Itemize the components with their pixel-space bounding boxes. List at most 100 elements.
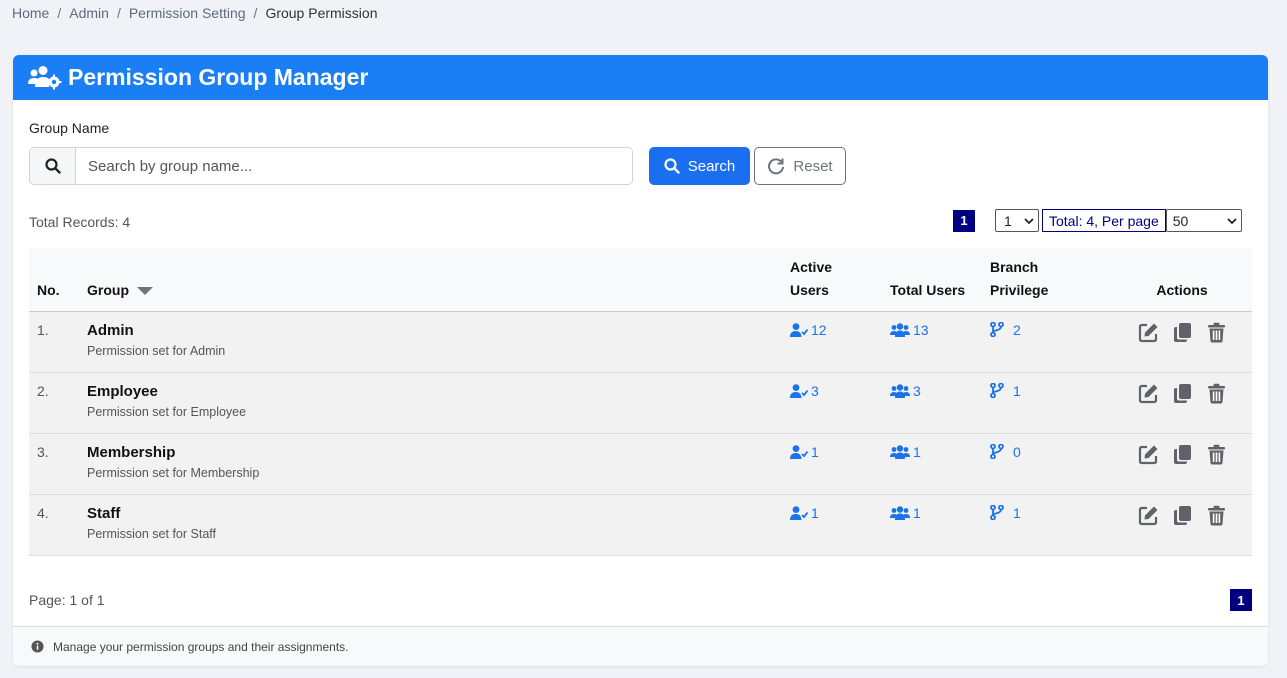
total-users-count: 1 (913, 443, 921, 460)
header-active-users: Active Users (790, 248, 890, 311)
chevron-down-icon (1024, 217, 1034, 224)
branch-privilege-link[interactable]: 2 (990, 322, 1021, 338)
actions-cell (1100, 311, 1252, 372)
user-check-icon (790, 383, 808, 398)
active-users-cell: 1 (790, 494, 890, 555)
group-table: No. Group Active Users Total Users Branc… (29, 248, 1252, 556)
card-footer: Manage your permission groups and their … (13, 626, 1268, 666)
copy-icon[interactable] (1172, 322, 1193, 343)
group-cell: Staff Permission set for Staff (87, 494, 790, 555)
edit-icon[interactable] (1138, 383, 1159, 404)
total-users-count: 1 (913, 504, 921, 521)
branch-privilege-link[interactable]: 0 (990, 444, 1021, 460)
active-users-link[interactable]: 1 (790, 505, 819, 521)
active-users-count: 12 (811, 321, 827, 338)
footer-note: Manage your permission groups and their … (53, 639, 349, 654)
edit-icon[interactable] (1138, 444, 1159, 465)
total-users-link[interactable]: 3 (890, 383, 921, 399)
search-button-label: Search (687, 157, 736, 175)
row-actions (1100, 383, 1252, 404)
active-users-count: 3 (811, 382, 819, 399)
group-name-label: Group Name (29, 120, 110, 136)
table-header-row: No. Group Active Users Total Users Branc… (29, 248, 1252, 311)
branch-privilege-link[interactable]: 1 (990, 505, 1021, 521)
header-active-line1: Active (790, 258, 833, 275)
active-users-count: 1 (811, 504, 819, 521)
permission-group-card: Permission Group Manager Group Name Sear… (13, 55, 1268, 666)
per-page-select[interactable]: 50 (1165, 209, 1242, 232)
search-icon (44, 158, 61, 174)
edit-icon[interactable] (1138, 505, 1159, 526)
header-branch-privilege: Branch Privilege (990, 248, 1100, 311)
copy-icon[interactable] (1172, 505, 1193, 526)
group-cell: Admin Permission set for Admin (87, 311, 790, 372)
code-branch-icon (990, 444, 1004, 459)
breadcrumb-permission-setting[interactable]: Permission Setting (129, 5, 246, 21)
reset-button[interactable]: Reset (754, 147, 846, 185)
users-icon (890, 322, 910, 337)
total-users-count: 3 (913, 382, 921, 399)
trash-icon[interactable] (1206, 505, 1227, 526)
row-actions (1100, 444, 1252, 465)
breadcrumb-home[interactable]: Home (12, 5, 49, 21)
breadcrumb-separator: / (116, 5, 121, 21)
actions-cell (1100, 433, 1252, 494)
search-icon (664, 158, 680, 174)
pager-bottom: 1 (1230, 589, 1252, 611)
table-row: 3. Membership Permission set for Membershi… (29, 433, 1252, 494)
breadcrumb: Home / Admin / Permission Setting / Grou… (12, 5, 377, 21)
page-select-value: 1 (1004, 212, 1012, 229)
total-users-link[interactable]: 13 (890, 322, 929, 338)
branch-privilege-cell: 1 (990, 372, 1100, 433)
group-cell: Employee Permission set for Employee (87, 372, 790, 433)
group-description: Permission set for Admin (87, 343, 226, 358)
page-select[interactable]: 1 (995, 209, 1039, 232)
card-header: Permission Group Manager (13, 55, 1268, 100)
active-users-link[interactable]: 12 (790, 322, 827, 338)
page-1-button[interactable]: 1 (953, 209, 975, 232)
header-branch-line2: Privilege (990, 281, 1049, 298)
search-input[interactable] (76, 148, 632, 184)
header-total-users: Total Users (890, 281, 966, 298)
search-button[interactable]: Search (649, 147, 750, 185)
copy-icon[interactable] (1172, 383, 1193, 404)
trash-icon[interactable] (1206, 322, 1227, 343)
trash-icon[interactable] (1206, 444, 1227, 465)
branch-privilege-count: 1 (1013, 504, 1021, 521)
per-page-value: 50 (1172, 212, 1189, 229)
header-group[interactable]: Group (87, 248, 790, 311)
branch-privilege-cell: 1 (990, 494, 1100, 555)
users-gear-icon (28, 65, 62, 89)
active-users-link[interactable]: 1 (790, 444, 819, 460)
page-1-button[interactable]: 1 (1230, 589, 1252, 611)
branch-privilege-cell: 0 (990, 433, 1100, 494)
group-name: Membership (87, 443, 176, 461)
total-users-link[interactable]: 1 (890, 444, 921, 460)
breadcrumb-separator: / (57, 5, 62, 21)
users-icon (890, 383, 910, 398)
active-users-cell: 1 (790, 433, 890, 494)
total-users-cell: 1 (890, 433, 990, 494)
users-icon (890, 505, 910, 520)
user-check-icon (790, 444, 808, 459)
total-users-link[interactable]: 1 (890, 505, 921, 521)
breadcrumb-admin[interactable]: Admin (69, 5, 109, 21)
sort-desc-icon[interactable] (137, 286, 153, 295)
active-users-link[interactable]: 3 (790, 383, 819, 399)
code-branch-icon (990, 505, 1004, 520)
copy-icon[interactable] (1172, 444, 1193, 465)
trash-icon[interactable] (1206, 383, 1227, 404)
search-group (29, 147, 633, 185)
edit-icon[interactable] (1138, 322, 1159, 343)
active-users-cell: 3 (790, 372, 890, 433)
row-actions (1100, 505, 1252, 526)
search-addon (30, 148, 76, 184)
total-users-cell: 13 (890, 311, 990, 372)
branch-privilege-link[interactable]: 1 (990, 383, 1021, 399)
reset-button-label: Reset (793, 157, 833, 175)
row-number: 3. (37, 443, 49, 460)
user-check-icon (790, 322, 808, 337)
active-users-count: 1 (811, 443, 819, 460)
row-number: 4. (37, 504, 49, 521)
branch-privilege-count: 1 (1013, 382, 1021, 399)
